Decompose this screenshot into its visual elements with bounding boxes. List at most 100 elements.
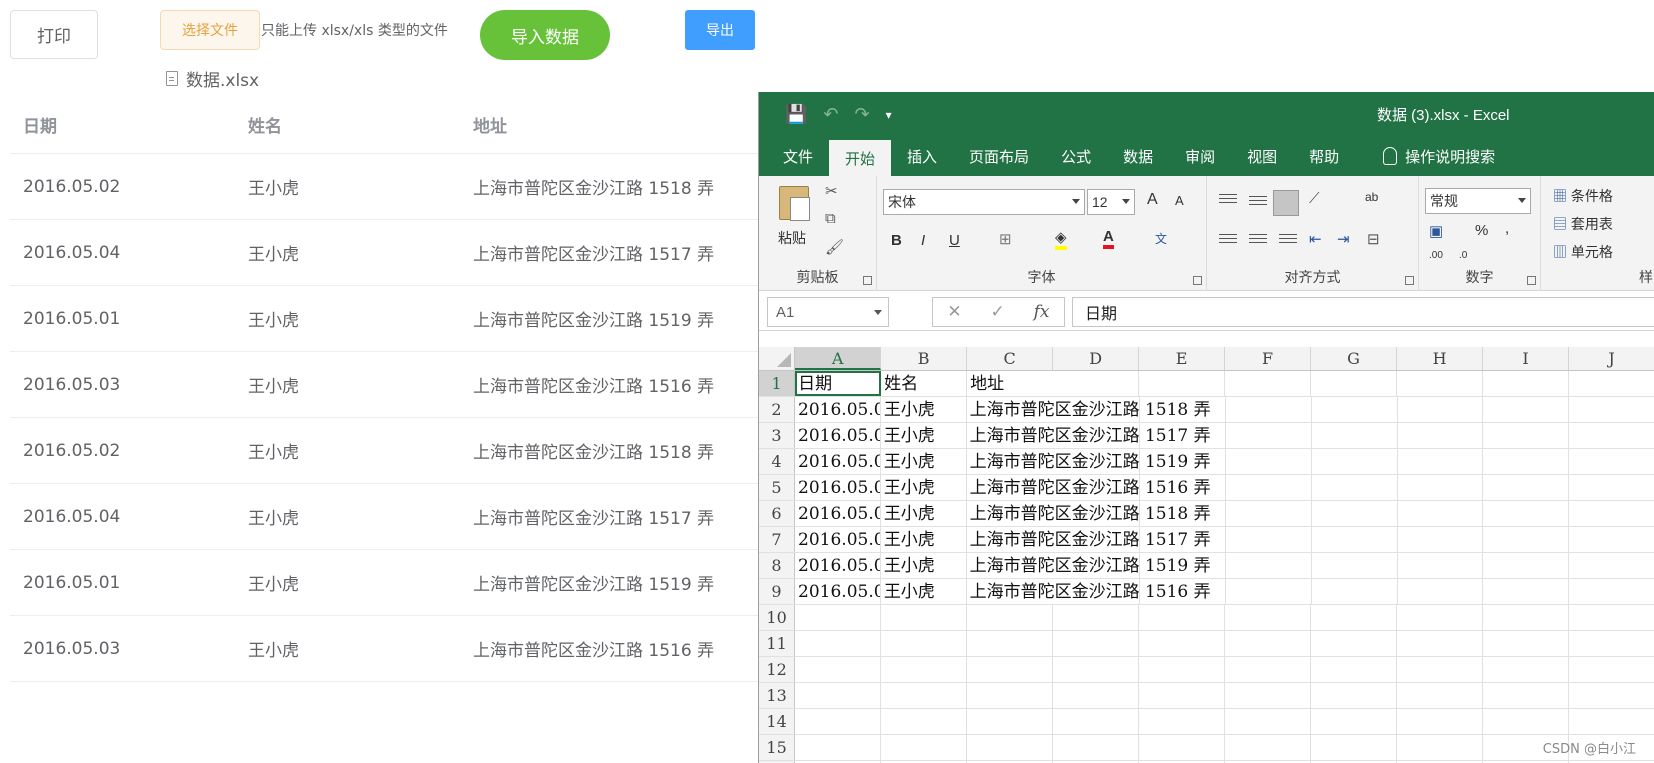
save-icon[interactable]: 💾 [785, 104, 807, 125]
cell-h10[interactable] [1397, 605, 1484, 630]
cell-c15[interactable] [967, 735, 1054, 760]
cell-f13[interactable] [1225, 683, 1312, 708]
cell-b15[interactable] [881, 735, 968, 760]
fill-color-icon[interactable]: ◈ [1055, 228, 1067, 250]
row-header[interactable]: 11 [759, 631, 796, 656]
column-header-j[interactable]: J [1569, 347, 1654, 370]
cell-b1[interactable]: 姓名 [881, 371, 968, 396]
cell-a10[interactable] [795, 605, 882, 630]
font-size-select[interactable]: 12 [1087, 189, 1135, 215]
row-header[interactable]: 3 [759, 423, 796, 448]
clipboard-launcher-icon[interactable] [863, 276, 872, 285]
row-header[interactable]: 12 [759, 657, 796, 682]
copy-icon[interactable]: ⧉ [825, 210, 836, 227]
shrink-font-button[interactable]: A [1175, 193, 1184, 208]
column-header-i[interactable]: I [1483, 347, 1570, 370]
undo-icon[interactable]: ↶ [823, 104, 838, 125]
cell-c13[interactable] [967, 683, 1054, 708]
cell-g2[interactable] [1312, 397, 1398, 422]
cell-j4[interactable] [1569, 449, 1654, 474]
wrap-text-icon[interactable]: ab [1365, 190, 1378, 204]
cell-j10[interactable] [1569, 605, 1654, 630]
cell-e15[interactable] [1139, 735, 1226, 760]
cell-f3[interactable] [1226, 423, 1312, 448]
cell-j11[interactable] [1569, 631, 1654, 656]
enter-icon[interactable]: ✓ [991, 302, 1005, 322]
cell-d12[interactable] [1053, 657, 1140, 682]
cell-j6[interactable] [1569, 501, 1654, 526]
column-header-b[interactable]: B [881, 347, 968, 370]
cell-c7[interactable]: 上海市普陀区金沙江路 1517 弄 [967, 527, 1211, 552]
cell-c11[interactable] [967, 631, 1054, 656]
cell-j3[interactable] [1569, 423, 1654, 448]
italic-button[interactable]: I [921, 232, 925, 249]
cell-a5[interactable]: 2016.05.03 [795, 475, 881, 500]
cell-h8[interactable] [1398, 553, 1484, 578]
cell-i2[interactable] [1483, 397, 1570, 422]
cell-j2[interactable] [1569, 397, 1654, 422]
cell-e12[interactable] [1139, 657, 1226, 682]
cell-f9[interactable] [1226, 579, 1312, 604]
tab-review[interactable]: 审阅 [1169, 136, 1231, 176]
cell-f11[interactable] [1225, 631, 1312, 656]
column-header-h[interactable]: H [1397, 347, 1484, 370]
cell-j13[interactable] [1569, 683, 1654, 708]
cell-f1[interactable] [1225, 371, 1312, 396]
customize-qat-icon[interactable]: ▾ [886, 108, 892, 122]
cell-f15[interactable] [1225, 735, 1312, 760]
cell-b12[interactable] [881, 657, 968, 682]
paste-button[interactable]: 粘贴 [778, 228, 806, 248]
tab-insert[interactable]: 插入 [891, 136, 953, 176]
cell-i12[interactable] [1483, 657, 1569, 682]
cell-e1[interactable] [1139, 371, 1226, 396]
underline-button[interactable]: U [949, 232, 960, 249]
cell-f5[interactable] [1226, 475, 1312, 500]
cell-d1[interactable] [1053, 371, 1140, 396]
cell-a14[interactable] [795, 709, 882, 734]
conditional-formatting-button[interactable]: ▦ 条件格 [1553, 186, 1613, 206]
cell-a3[interactable]: 2016.05.04 [795, 423, 881, 448]
import-data-button[interactable]: 导入数据 [480, 10, 610, 60]
tab-file[interactable]: 文件 [767, 136, 829, 176]
cell-a6[interactable]: 2016.05.02 [795, 501, 881, 526]
cell-h1[interactable] [1397, 371, 1484, 396]
cell-g9[interactable] [1312, 579, 1398, 604]
column-header-a[interactable]: A [795, 347, 882, 370]
cell-g8[interactable] [1312, 553, 1398, 578]
cell-f6[interactable] [1226, 501, 1312, 526]
row-header[interactable]: 8 [759, 553, 796, 578]
cell-j9[interactable] [1569, 579, 1654, 604]
phonetic-icon[interactable]: 文 [1155, 230, 1167, 247]
cell-g14[interactable] [1311, 709, 1398, 734]
tab-home[interactable]: 开始 [829, 140, 892, 176]
cell-h6[interactable] [1398, 501, 1484, 526]
cell-b11[interactable] [881, 631, 968, 656]
comma-style-icon[interactable]: , [1505, 220, 1509, 237]
cell-i9[interactable] [1483, 579, 1570, 604]
cell-h9[interactable] [1398, 579, 1484, 604]
border-icon[interactable]: ⊞ [999, 230, 1012, 248]
cell-c6[interactable]: 上海市普陀区金沙江路 1518 弄 [967, 501, 1211, 526]
align-middle-icon[interactable] [1249, 196, 1267, 208]
cell-h7[interactable] [1398, 527, 1484, 552]
cell-f12[interactable] [1225, 657, 1312, 682]
tab-data[interactable]: 数据 [1107, 136, 1169, 176]
cell-d14[interactable] [1053, 709, 1140, 734]
merge-center-icon[interactable]: ⊟ [1367, 230, 1380, 248]
row-header[interactable]: 5 [759, 475, 796, 500]
cell-b5[interactable]: 王小虎 [881, 475, 967, 500]
cell-i7[interactable] [1483, 527, 1570, 552]
row-header[interactable]: 9 [759, 579, 796, 604]
cell-c10[interactable] [967, 605, 1054, 630]
cell-g10[interactable] [1311, 605, 1398, 630]
cell-c14[interactable] [967, 709, 1054, 734]
cell-a2[interactable]: 2016.05.02 [795, 397, 881, 422]
bold-button[interactable]: B [891, 232, 902, 249]
cell-d10[interactable] [1053, 605, 1140, 630]
name-box[interactable]: A1 [767, 297, 889, 327]
tab-help[interactable]: 帮助 [1293, 136, 1355, 176]
cell-h2[interactable] [1398, 397, 1484, 422]
cell-h14[interactable] [1397, 709, 1484, 734]
cell-j7[interactable] [1569, 527, 1654, 552]
cell-f14[interactable] [1225, 709, 1312, 734]
